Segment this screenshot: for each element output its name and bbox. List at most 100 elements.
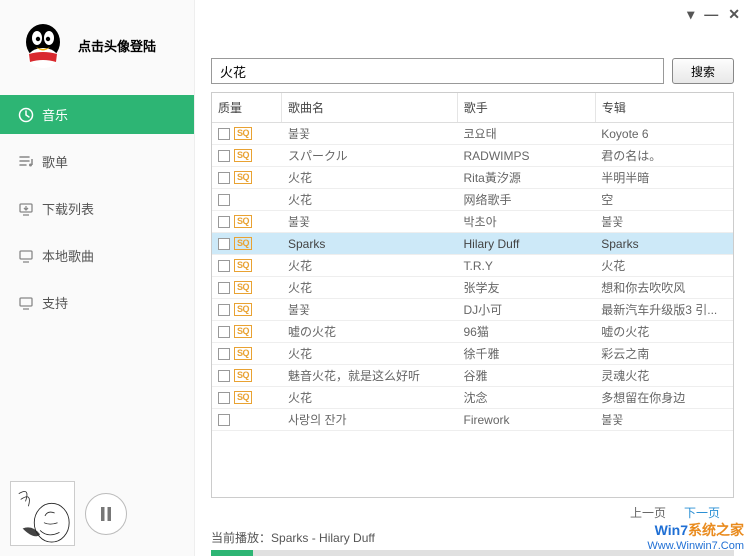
- table-row[interactable]: SQ 嘘の火花96猫嘘の火花: [212, 321, 733, 343]
- sq-badge: SQ: [234, 149, 252, 162]
- nav-label: 下载列表: [42, 199, 94, 218]
- table-row[interactable]: SQ불꽃박초아불꽃: [212, 211, 733, 233]
- minimize-button[interactable]: —: [704, 6, 718, 23]
- column-quality[interactable]: 质量: [212, 93, 282, 122]
- table-row[interactable]: SQ불꽃DJ小可最新汽车升级版3 引...: [212, 299, 733, 321]
- row-checkbox[interactable]: [218, 304, 230, 316]
- nav-label: 本地歌曲: [42, 246, 94, 265]
- row-checkbox[interactable]: [218, 172, 230, 184]
- nav-playlist[interactable]: 歌单: [0, 142, 194, 181]
- sq-badge: SQ: [234, 325, 252, 338]
- cell-name: 불꽃: [282, 299, 457, 320]
- sq-badge: SQ: [234, 303, 252, 316]
- row-checkbox[interactable]: [218, 414, 230, 426]
- search-input[interactable]: [211, 58, 664, 84]
- cell-album: 想和你去吹吹风: [595, 277, 733, 298]
- local-songs-icon: [18, 248, 34, 264]
- row-checkbox[interactable]: [218, 348, 230, 360]
- row-checkbox[interactable]: [218, 260, 230, 272]
- nav-local[interactable]: 本地歌曲: [0, 236, 194, 275]
- cell-album: Koyote 6: [595, 125, 733, 143]
- cell-artist: 박초아: [457, 211, 595, 232]
- row-checkbox[interactable]: [218, 238, 230, 250]
- prev-page-link[interactable]: 上一页: [630, 504, 666, 521]
- nav-support[interactable]: 支持: [0, 283, 194, 322]
- table-row[interactable]: SQ SparksHilary DuffSparks: [212, 233, 733, 255]
- nav-label: 音乐: [42, 105, 68, 124]
- table-row[interactable]: SQ スパークルRADWIMPS君の名は。: [212, 145, 733, 167]
- playlist-icon: [18, 154, 34, 170]
- cell-name: 불꽃: [282, 211, 457, 232]
- column-album[interactable]: 专辑: [596, 93, 733, 122]
- row-checkbox[interactable]: [218, 194, 230, 206]
- cell-name: 火花: [282, 277, 457, 298]
- menu-dropdown-icon[interactable]: ▾: [687, 6, 694, 23]
- cell-artist: Hilary Duff: [457, 235, 595, 253]
- cell-artist: 코요태: [457, 123, 595, 144]
- sq-badge: SQ: [234, 237, 252, 250]
- nav-music[interactable]: 音乐: [0, 95, 194, 134]
- cell-artist: DJ小可: [457, 299, 595, 320]
- cell-artist: Firework: [457, 411, 595, 429]
- play-pause-button[interactable]: [85, 493, 127, 535]
- table-row[interactable]: SQ불꽃코요태Koyote 6: [212, 123, 733, 145]
- table-row[interactable]: SQ魅音火花，就是这么好听谷雅灵魂火花: [212, 365, 733, 387]
- cell-artist: 徐千雅: [457, 343, 595, 364]
- pause-icon: [100, 507, 112, 521]
- cell-artist: Rita黃汐源: [457, 167, 595, 188]
- cell-album: 多想留在你身边: [595, 387, 733, 408]
- search-button[interactable]: 搜索: [672, 58, 734, 84]
- table-row[interactable]: SQ火花网络歌手空: [212, 189, 733, 211]
- cell-artist: 网络歌手: [457, 189, 595, 210]
- cell-artist: RADWIMPS: [457, 147, 595, 165]
- cell-album: 嘘の火花: [595, 321, 733, 342]
- sq-badge: SQ: [234, 281, 252, 294]
- row-checkbox[interactable]: [218, 216, 230, 228]
- nav-downloads[interactable]: 下载列表: [0, 189, 194, 228]
- row-checkbox[interactable]: [218, 282, 230, 294]
- cell-artist: 谷雅: [457, 365, 595, 386]
- table-row[interactable]: SQ火花Rita黃汐源半明半暗: [212, 167, 733, 189]
- sq-badge: SQ: [234, 347, 252, 360]
- cell-name: 火花: [282, 255, 457, 276]
- cell-artist: 96猫: [457, 321, 595, 342]
- cell-name: 嘘の火花: [282, 321, 457, 342]
- download-icon: [18, 201, 34, 217]
- column-artist[interactable]: 歌手: [458, 93, 596, 122]
- table-row[interactable]: SQ 火花徐千雅彩云之南: [212, 343, 733, 365]
- sq-badge: SQ: [234, 259, 252, 272]
- cell-album: 彩云之南: [595, 343, 733, 364]
- results-table: 质量 歌曲名 歌手 专辑 SQ불꽃코요태Koyote 6SQスパークルRADWI…: [211, 92, 734, 498]
- cell-name: 火花: [282, 387, 457, 408]
- table-row[interactable]: SQ火花沈念多想留在你身边: [212, 387, 733, 409]
- login-prompt: 点击头像登陆: [78, 36, 156, 55]
- cell-name: Sparks: [282, 235, 457, 253]
- cell-album: Sparks: [595, 235, 733, 253]
- cell-album: 半明半暗: [595, 167, 733, 188]
- nav-label: 歌单: [42, 152, 68, 171]
- row-checkbox[interactable]: [218, 392, 230, 404]
- cell-artist: 张学友: [457, 277, 595, 298]
- cell-name: 사랑의 잔가: [282, 409, 457, 430]
- cell-album: 君の名は。: [595, 145, 733, 166]
- table-row[interactable]: SQ사랑의 잔가Firework불꽃: [212, 409, 733, 431]
- cell-name: 火花: [282, 189, 457, 210]
- close-button[interactable]: ✕: [728, 6, 740, 23]
- cell-name: 魅音火花，就是这么好听: [282, 365, 457, 386]
- row-checkbox[interactable]: [218, 150, 230, 162]
- row-checkbox[interactable]: [218, 128, 230, 140]
- sq-badge: SQ: [234, 215, 252, 228]
- cell-album: 空: [595, 189, 733, 210]
- cell-album: 火花: [595, 255, 733, 276]
- sq-badge: SQ: [234, 369, 252, 382]
- avatar[interactable]: [18, 20, 68, 70]
- row-checkbox[interactable]: [218, 326, 230, 338]
- column-name[interactable]: 歌曲名: [282, 93, 458, 122]
- table-row[interactable]: SQ火花T.R.Y火花: [212, 255, 733, 277]
- cell-name: スパークル: [282, 145, 457, 166]
- cell-name: 火花: [282, 343, 457, 364]
- next-page-link[interactable]: 下一页: [684, 504, 720, 521]
- table-row[interactable]: SQ 火花张学友想和你去吹吹风: [212, 277, 733, 299]
- cell-name: 불꽃: [282, 123, 457, 144]
- row-checkbox[interactable]: [218, 370, 230, 382]
